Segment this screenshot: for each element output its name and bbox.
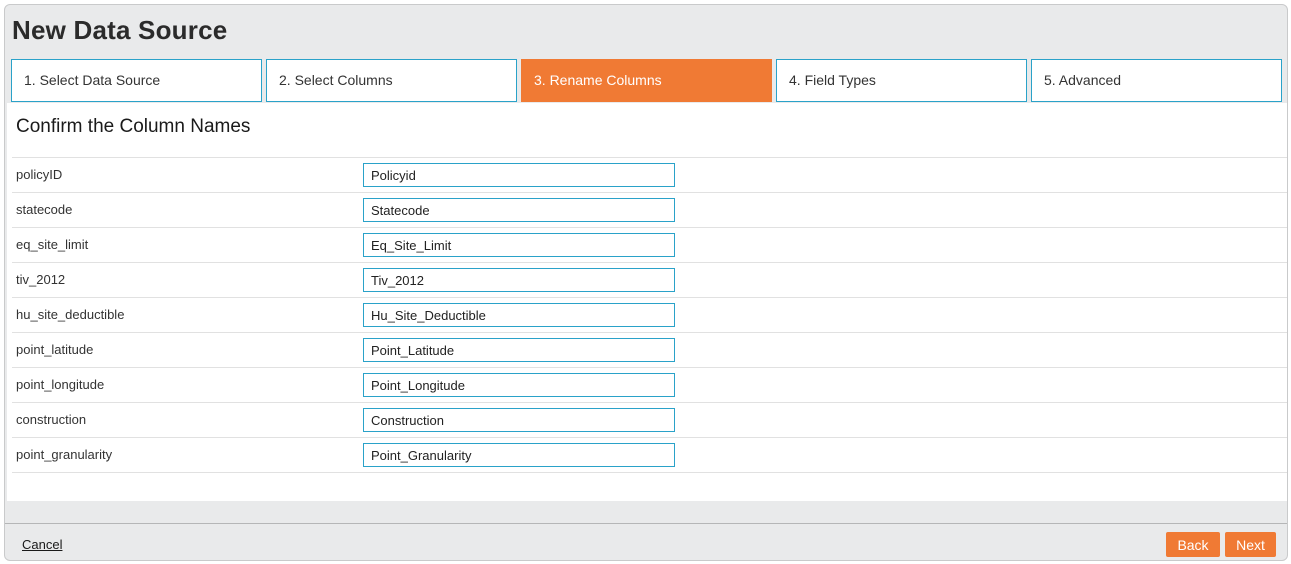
column-source-name: eq_site_limit: [16, 237, 89, 252]
section-heading: Confirm the Column Names: [16, 116, 251, 137]
column-source-name: tiv_2012: [16, 272, 66, 287]
wizard-steps: 1. Select Data Source 2. Select Columns …: [11, 59, 1283, 102]
column-source-name: hu_site_deductible: [16, 307, 125, 322]
column-row: point_latitude: [12, 333, 1287, 368]
cancel-link[interactable]: Cancel: [22, 537, 62, 552]
column-name-input[interactable]: [363, 408, 675, 432]
new-data-source-dialog: New Data Source 1. Select Data Source 2.…: [4, 4, 1288, 561]
footer-divider: [5, 523, 1287, 524]
dialog-title: New Data Source: [12, 15, 228, 45]
column-name-input[interactable]: [363, 338, 675, 362]
rename-columns-panel: Confirm the Column Names policyID statec…: [7, 103, 1287, 501]
column-source-name: policyID: [16, 167, 63, 182]
column-row: construction: [12, 403, 1287, 438]
column-source-name: point_longitude: [16, 377, 105, 392]
column-row: eq_site_limit: [12, 228, 1287, 263]
step-field-types[interactable]: 4. Field Types: [776, 59, 1027, 102]
column-name-input[interactable]: [363, 198, 675, 222]
step-rename-columns[interactable]: 3. Rename Columns: [521, 59, 772, 102]
column-source-name: point_granularity: [16, 447, 113, 462]
column-name-input[interactable]: [363, 268, 675, 292]
column-row: point_longitude: [12, 368, 1287, 403]
column-name-input[interactable]: [363, 303, 675, 327]
column-row: statecode: [12, 193, 1287, 228]
column-row: tiv_2012: [12, 263, 1287, 298]
column-source-name: point_latitude: [16, 342, 94, 357]
column-source-name: construction: [16, 412, 87, 427]
column-name-input[interactable]: [363, 373, 675, 397]
step-select-data-source[interactable]: 1. Select Data Source: [11, 59, 262, 102]
back-button[interactable]: Back: [1166, 532, 1220, 557]
next-button[interactable]: Next: [1225, 532, 1276, 557]
column-name-input[interactable]: [363, 163, 675, 187]
step-select-columns[interactable]: 2. Select Columns: [266, 59, 517, 102]
column-row: hu_site_deductible: [12, 298, 1287, 333]
column-name-input[interactable]: [363, 233, 675, 257]
column-name-input[interactable]: [363, 443, 675, 467]
step-advanced[interactable]: 5. Advanced: [1031, 59, 1282, 102]
column-source-name: statecode: [16, 202, 73, 217]
column-row: point_granularity: [12, 438, 1287, 473]
column-row: policyID: [12, 158, 1287, 193]
column-list: policyID statecode eq_site_limit tiv_201…: [12, 157, 1287, 473]
